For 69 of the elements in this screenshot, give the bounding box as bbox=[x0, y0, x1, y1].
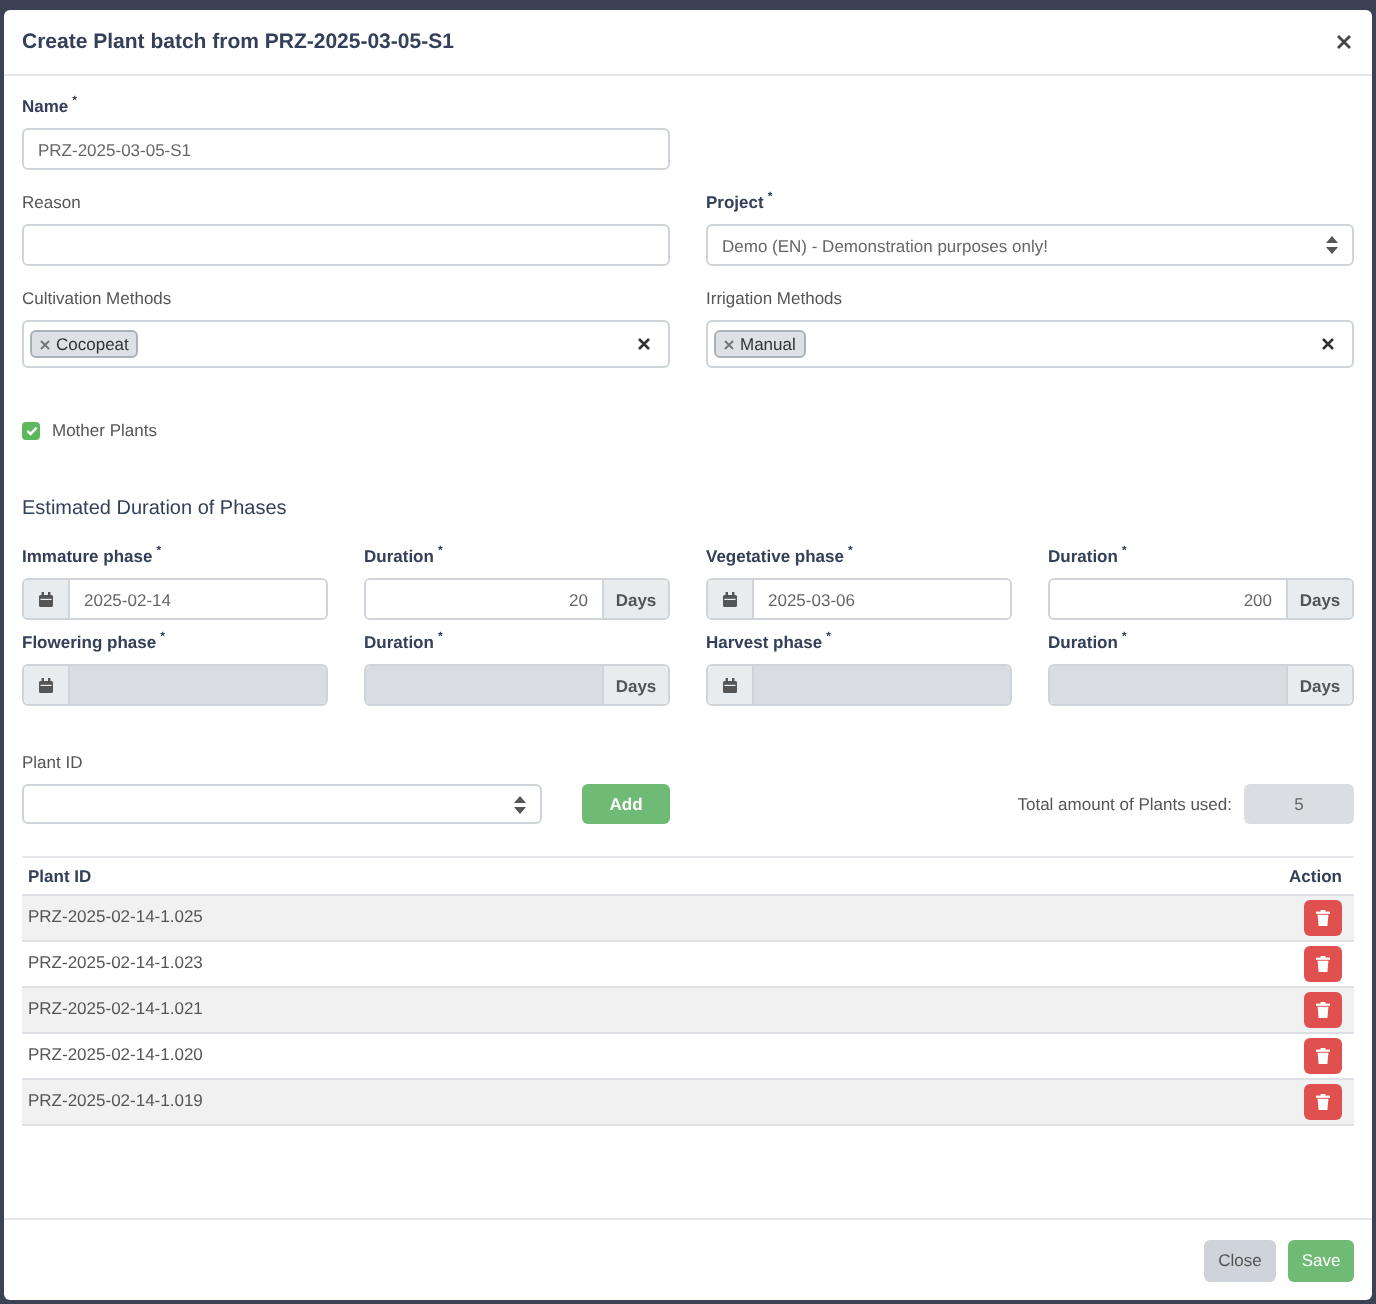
calendar-icon bbox=[722, 591, 738, 607]
delete-button[interactable] bbox=[1304, 1038, 1342, 1074]
unit-addon: Days bbox=[1286, 580, 1352, 618]
multi-select-field[interactable]: Cocopeat bbox=[22, 320, 670, 368]
duration-value: 200 bbox=[1243, 589, 1272, 609]
remove-icon[interactable] bbox=[724, 339, 734, 349]
project-select[interactable]: Demo (EN) - Demonstration purposes only! bbox=[706, 224, 1354, 266]
date-value: 2025-02-14 bbox=[84, 589, 171, 609]
table-cell: PRZ-2025-02-14-1.023 bbox=[28, 952, 203, 972]
delete-button[interactable] bbox=[1304, 900, 1342, 936]
calendar-icon bbox=[38, 677, 54, 693]
table-cell: PRZ-2025-02-14-1.025 bbox=[28, 906, 203, 926]
date-field[interactable]: 2025-02-14 bbox=[22, 578, 328, 620]
trash-icon bbox=[1316, 910, 1330, 926]
field-label: Immature phase bbox=[22, 546, 153, 566]
delete-button[interactable] bbox=[1304, 1084, 1342, 1120]
table-cell: PRZ-2025-02-14-1.019 bbox=[28, 1090, 203, 1110]
duration-field[interactable]: 20 Days bbox=[364, 578, 670, 620]
column-header: Plant ID bbox=[28, 866, 92, 886]
delete-button[interactable] bbox=[1304, 946, 1342, 982]
section-heading: Estimated Duration of Phases bbox=[22, 498, 289, 520]
unit-addon: Days bbox=[602, 666, 668, 704]
close-icon[interactable] bbox=[1336, 34, 1352, 50]
field-label: Duration bbox=[364, 632, 434, 652]
trash-icon bbox=[1316, 1002, 1330, 1018]
field-label: Cultivation Methods bbox=[22, 288, 172, 308]
field-label: Duration bbox=[1048, 632, 1118, 652]
calendar-icon bbox=[38, 591, 54, 607]
sort-icon bbox=[514, 795, 526, 813]
tag-label: Manual bbox=[740, 334, 796, 354]
close-button[interactable]: Close bbox=[1204, 1239, 1276, 1281]
trash-icon bbox=[1316, 1094, 1330, 1110]
field-label: Harvest phase bbox=[706, 632, 823, 652]
reason-field[interactable] bbox=[22, 224, 670, 266]
date-field[interactable]: 2025-03-06 bbox=[706, 578, 1012, 620]
remove-icon[interactable] bbox=[40, 339, 50, 349]
field-label: Project bbox=[706, 192, 764, 212]
trash-icon bbox=[1316, 956, 1330, 972]
field-label: Reason bbox=[22, 192, 81, 212]
sort-icon bbox=[1326, 236, 1338, 254]
field-label: Irrigation Methods bbox=[706, 288, 843, 308]
table-cell: PRZ-2025-02-14-1.021 bbox=[28, 998, 203, 1018]
clear-icon[interactable] bbox=[638, 338, 650, 350]
field-label: Name bbox=[22, 96, 69, 116]
unit-addon: Days bbox=[602, 580, 668, 618]
name-field[interactable]: PRZ-2025-03-05-S1 bbox=[22, 128, 670, 170]
dialog-title: Create Plant batch from PRZ-2025-03-05-S1 bbox=[22, 30, 454, 54]
multi-select-field[interactable]: Manual bbox=[706, 320, 1354, 368]
trash-icon bbox=[1316, 1048, 1330, 1064]
checkbox[interactable] bbox=[22, 421, 40, 439]
clear-icon[interactable] bbox=[1322, 338, 1334, 350]
delete-button[interactable] bbox=[1304, 992, 1342, 1028]
field-label: Duration bbox=[1048, 546, 1118, 566]
field-label: Duration bbox=[364, 546, 434, 566]
tag-label: Cocopeat bbox=[56, 334, 129, 354]
field-label: Flowering phase bbox=[22, 632, 157, 652]
date-value: 2025-03-06 bbox=[768, 589, 855, 609]
table-cell: PRZ-2025-02-14-1.020 bbox=[28, 1044, 203, 1064]
checkbox-label: Mother Plants bbox=[52, 420, 157, 440]
column-header: Action bbox=[1289, 866, 1342, 886]
duration-value: 20 bbox=[569, 589, 588, 609]
calendar-icon bbox=[722, 677, 738, 693]
total-field: 5 bbox=[1244, 784, 1354, 824]
field-label: Plant ID bbox=[22, 752, 83, 772]
field-label: Vegetative phase bbox=[706, 546, 844, 566]
check-icon bbox=[25, 425, 37, 435]
duration-field[interactable]: 200 Days bbox=[1048, 578, 1354, 620]
total-label: Total amount of Plants used: bbox=[1017, 794, 1232, 814]
unit-addon: Days bbox=[1286, 666, 1352, 704]
